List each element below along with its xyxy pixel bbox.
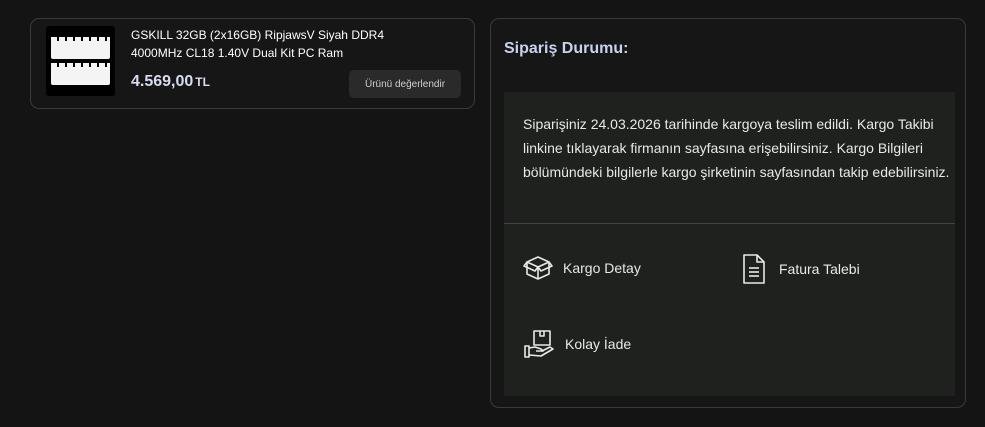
review-product-button[interactable]: Ürünü değerlendir xyxy=(349,70,461,98)
ram-stick xyxy=(51,63,110,85)
product-price: 4.569,00 TL xyxy=(131,73,210,91)
product-image[interactable] xyxy=(46,26,115,96)
return-package-icon xyxy=(523,329,555,359)
order-status-message: Siparişiniz 24.03.2026 tarihinde kargoya… xyxy=(523,116,950,180)
document-icon xyxy=(739,253,769,285)
price-currency: TL xyxy=(195,75,210,89)
product-title[interactable]: GSKILL 32GB (2x16GB) RipjawsV Siyah DDR4… xyxy=(131,26,431,62)
divider xyxy=(504,223,955,224)
invoice-request-label: Fatura Talebi xyxy=(779,261,860,277)
order-status-title: Sipariş Durumu: xyxy=(504,40,629,57)
price-value: 4.569,00 xyxy=(131,73,194,90)
order-status-panel: Sipariş Durumu: Siparişiniz 24.03.2026 t… xyxy=(490,18,966,408)
cargo-detail-button[interactable]: Kargo Detay xyxy=(523,253,641,283)
cargo-detail-label: Kargo Detay xyxy=(563,260,641,276)
product-card: GSKILL 32GB (2x16GB) RipjawsV Siyah DDR4… xyxy=(30,18,475,109)
ram-stick xyxy=(51,37,110,59)
order-status-body: Siparişiniz 24.03.2026 tarihinde kargoya… xyxy=(504,92,955,396)
easy-return-label: Kolay İade xyxy=(565,336,632,352)
invoice-request-button[interactable]: Fatura Talebi xyxy=(739,253,860,285)
box-icon xyxy=(523,253,553,283)
easy-return-button[interactable]: Kolay İade xyxy=(523,329,631,359)
